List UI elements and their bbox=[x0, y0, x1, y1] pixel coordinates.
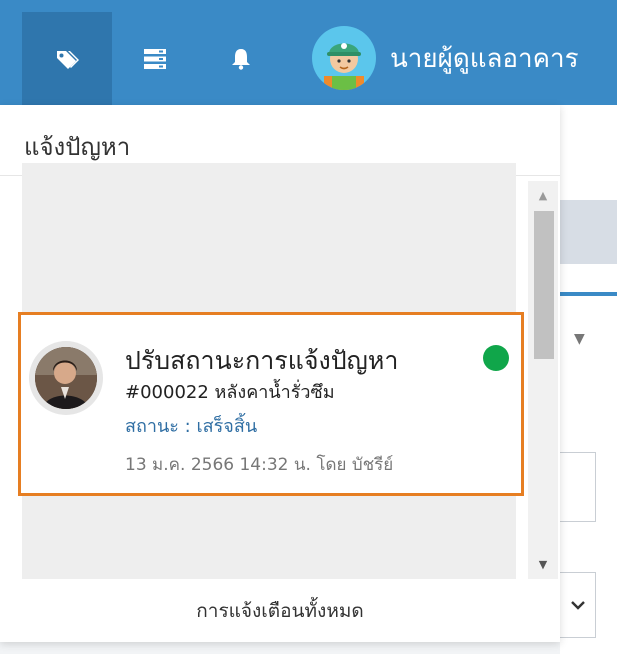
avatar bbox=[312, 26, 376, 90]
view-all-notifications-link[interactable]: การแจ้งเตือนทั้งหมด bbox=[0, 579, 560, 642]
notification-item[interactable]: ปรับสถานะการแจ้งปัญหา #000022 หลังคาน้ำร… bbox=[18, 312, 524, 496]
notification-reference: #000022 หลังคาน้ำรั่วซึม bbox=[125, 382, 335, 403]
scroll-up-icon[interactable]: ▲ bbox=[528, 189, 558, 202]
list-icon bbox=[144, 48, 166, 69]
user-name: นายผู้ดูแลอาคาร bbox=[390, 43, 579, 74]
background-input-field[interactable] bbox=[560, 452, 596, 522]
worker-avatar-icon bbox=[324, 43, 364, 90]
scrollbar[interactable]: ▲ ▼ bbox=[528, 181, 558, 579]
profile-photo bbox=[35, 347, 97, 409]
background-accent-line bbox=[560, 292, 617, 296]
unread-indicator-icon bbox=[483, 345, 509, 371]
background-band bbox=[560, 200, 617, 264]
avatar bbox=[29, 341, 103, 415]
list-button[interactable] bbox=[112, 12, 198, 105]
notification-status: สถานะ : เสร็จสิ้น bbox=[125, 416, 258, 437]
background-select[interactable] bbox=[560, 572, 596, 638]
notifications-button[interactable] bbox=[198, 12, 284, 105]
panel-title: แจ้งปัญหา bbox=[24, 133, 131, 161]
bell-icon bbox=[232, 48, 250, 70]
notification-meta: 13 ม.ค. 2566 14:32 น. โดย บัชรีย์ bbox=[125, 455, 394, 475]
tags-button[interactable] bbox=[22, 12, 112, 105]
scrollbar-thumb[interactable] bbox=[534, 211, 554, 359]
notification-title: ปรับสถานะการแจ้งปัญหา bbox=[125, 346, 399, 375]
tags-icon bbox=[57, 50, 79, 69]
user-menu[interactable]: นายผู้ดูแลอาคาร bbox=[312, 26, 579, 90]
scroll-down-icon[interactable]: ▼ bbox=[528, 558, 558, 571]
chevron-down-icon bbox=[570, 601, 585, 610]
top-navbar: นายผู้ดูแลอาคาร bbox=[0, 0, 617, 105]
background-dropdown-caret-icon[interactable]: ▼ bbox=[574, 331, 585, 347]
